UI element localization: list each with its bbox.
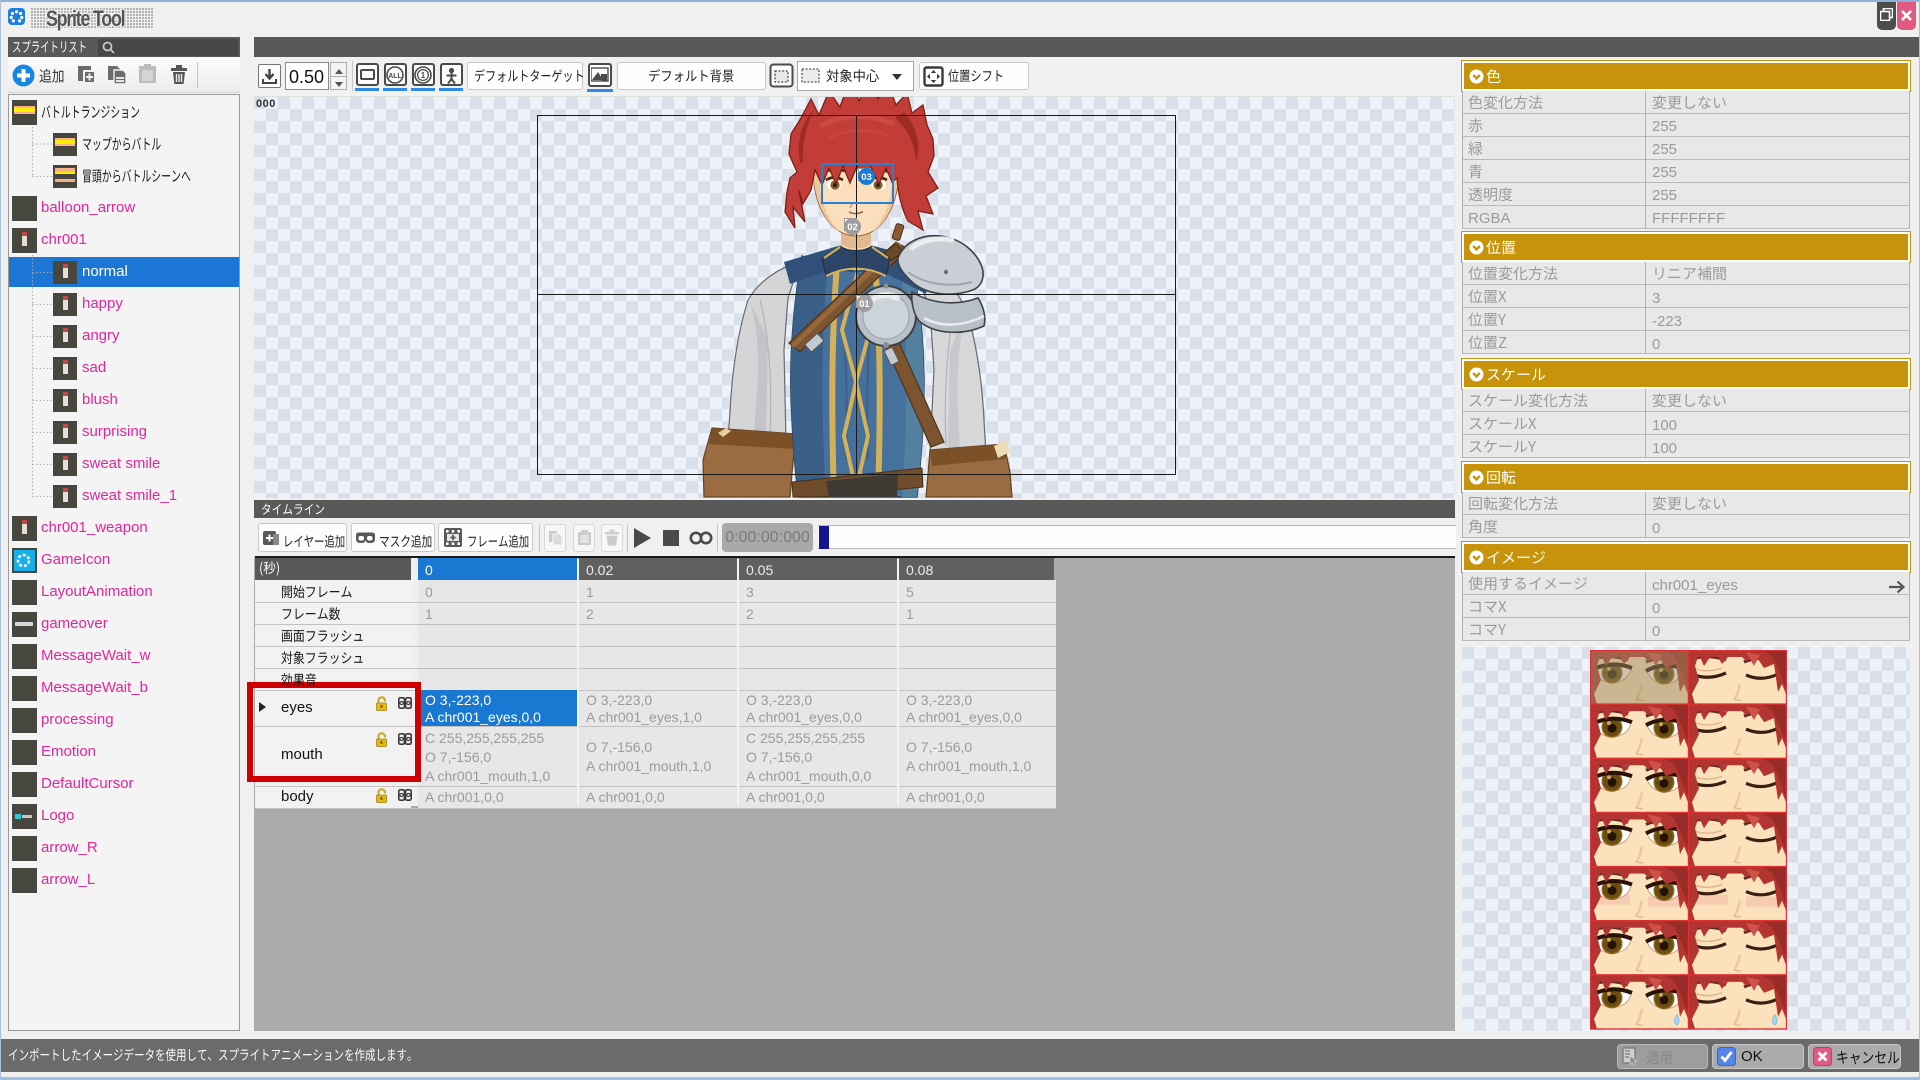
svg-text:ALL: ALL [388,73,402,80]
svg-text:1: 1 [421,71,426,80]
